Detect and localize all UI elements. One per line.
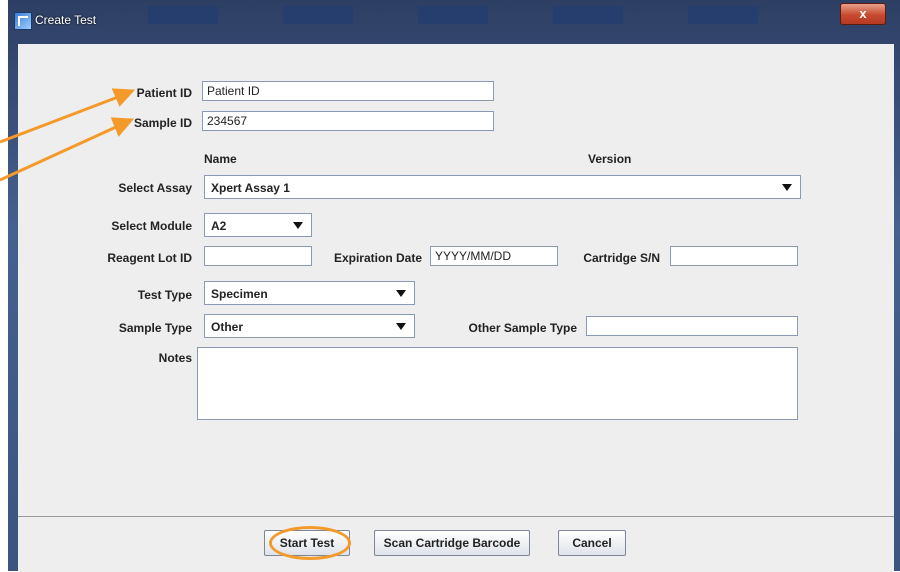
arrowhead-sample-id xyxy=(110,117,135,137)
annotation-arrows xyxy=(0,88,136,182)
arrowhead-patient-id xyxy=(111,88,136,107)
